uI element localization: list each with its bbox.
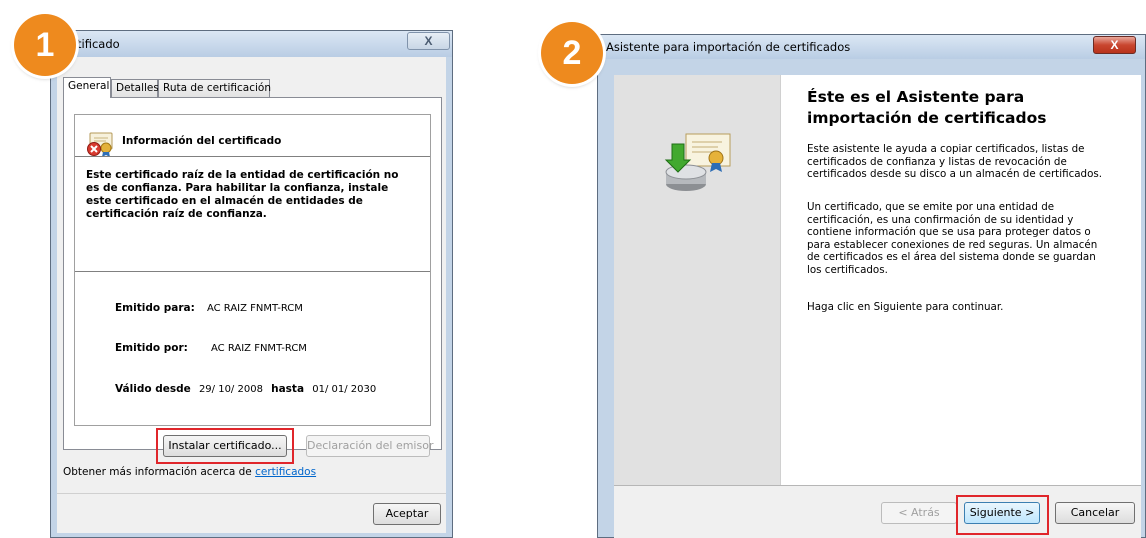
certificate-window-client: General Detalles Ruta de certificación I…	[57, 57, 446, 533]
certificate-import-icon	[664, 133, 731, 191]
tab-panel-general: Información del certificado Este certifi…	[63, 97, 442, 450]
import-wizard-titlebar[interactable]: Asistente para importación de certificad…	[598, 35, 1145, 59]
wizard-content: Éste es el Asistente para importación de…	[781, 75, 1141, 485]
issued-by-value: AC RAIZ FNMT-RCM	[211, 343, 307, 354]
import-wizard-window: Asistente para importación de certificad…	[597, 34, 1146, 538]
ok-button[interactable]: Aceptar	[373, 503, 441, 525]
install-button-highlight	[156, 428, 294, 464]
issued-by-label: Emitido por:	[115, 342, 188, 354]
more-info-text: Obtener más información acerca de certif…	[63, 466, 316, 478]
certificate-trust-warning: Este certificado raíz de la entidad de c…	[86, 169, 399, 220]
certificate-window-titlebar[interactable]: tificado X	[51, 31, 452, 57]
wizard-paragraph-2: Un certificado, que se emite por una ent…	[807, 201, 1098, 276]
tab-certification-path[interactable]: Ruta de certificación	[158, 79, 271, 97]
certificate-window-title: tificado	[77, 37, 120, 51]
header-separator	[75, 156, 430, 157]
wizard-heading: Éste es el Asistente para importación de…	[807, 88, 1047, 127]
tab-general[interactable]: General	[63, 77, 111, 98]
certificates-link[interactable]: certificados	[255, 466, 316, 478]
close-icon: X	[424, 34, 433, 48]
import-wizard-title: Asistente para importación de certificad…	[606, 40, 851, 54]
validity-row: Válido desde 29/ 10/ 2008 hasta 01/ 01/ …	[115, 383, 376, 395]
more-info-label: Obtener más información acerca de	[63, 466, 256, 478]
valid-from-value: 29/ 10/ 2008	[198, 384, 263, 395]
certificate-info-heading: Información del certificado	[122, 135, 282, 147]
back-button[interactable]: < Atrás	[881, 502, 957, 524]
valid-to-label: hasta	[271, 383, 305, 395]
wizard-side-panel	[614, 75, 781, 485]
certificate-window-close-button[interactable]: X	[407, 32, 450, 50]
certificate-window: tificado X General Detalles Ruta de cert…	[50, 30, 453, 538]
bottom-separator	[57, 493, 446, 494]
issuer-statement-button[interactable]: Declaración del emisor	[306, 435, 433, 457]
next-button-highlight	[956, 495, 1049, 535]
tab-details[interactable]: Detalles	[111, 79, 159, 97]
certificate-info-box: Información del certificado Este certifi…	[74, 114, 431, 426]
wizard-paragraph-1: Este asistente le ayuda a copiar certifi…	[807, 143, 1103, 180]
step-1-badge: 1	[14, 14, 76, 76]
valid-to-value: 01/ 01/ 2030	[312, 384, 377, 395]
issued-to-value: AC RAIZ FNMT-RCM	[206, 303, 303, 314]
close-icon: X	[1110, 38, 1119, 52]
cancel-button[interactable]: Cancelar	[1055, 502, 1135, 524]
wizard-paragraph-3: Haga clic en Siguiente para continuar.	[807, 301, 1004, 313]
step-2-badge: 2	[541, 22, 603, 84]
wizard-footer: < Atrás Siguiente > Cancelar	[614, 485, 1141, 538]
issued-to-label: Emitido para:	[115, 302, 195, 314]
issued-to-row: Emitido para: AC RAIZ FNMT-RCM	[115, 302, 303, 314]
issued-by-row: Emitido por: AC RAIZ FNMT-RCM	[115, 342, 307, 354]
import-wizard-client: Éste es el Asistente para importación de…	[614, 75, 1141, 538]
valid-from-label: Válido desde	[115, 383, 191, 395]
details-separator	[75, 271, 430, 272]
import-wizard-close-button[interactable]: X	[1093, 36, 1136, 54]
certificate-warning-icon	[87, 132, 113, 157]
